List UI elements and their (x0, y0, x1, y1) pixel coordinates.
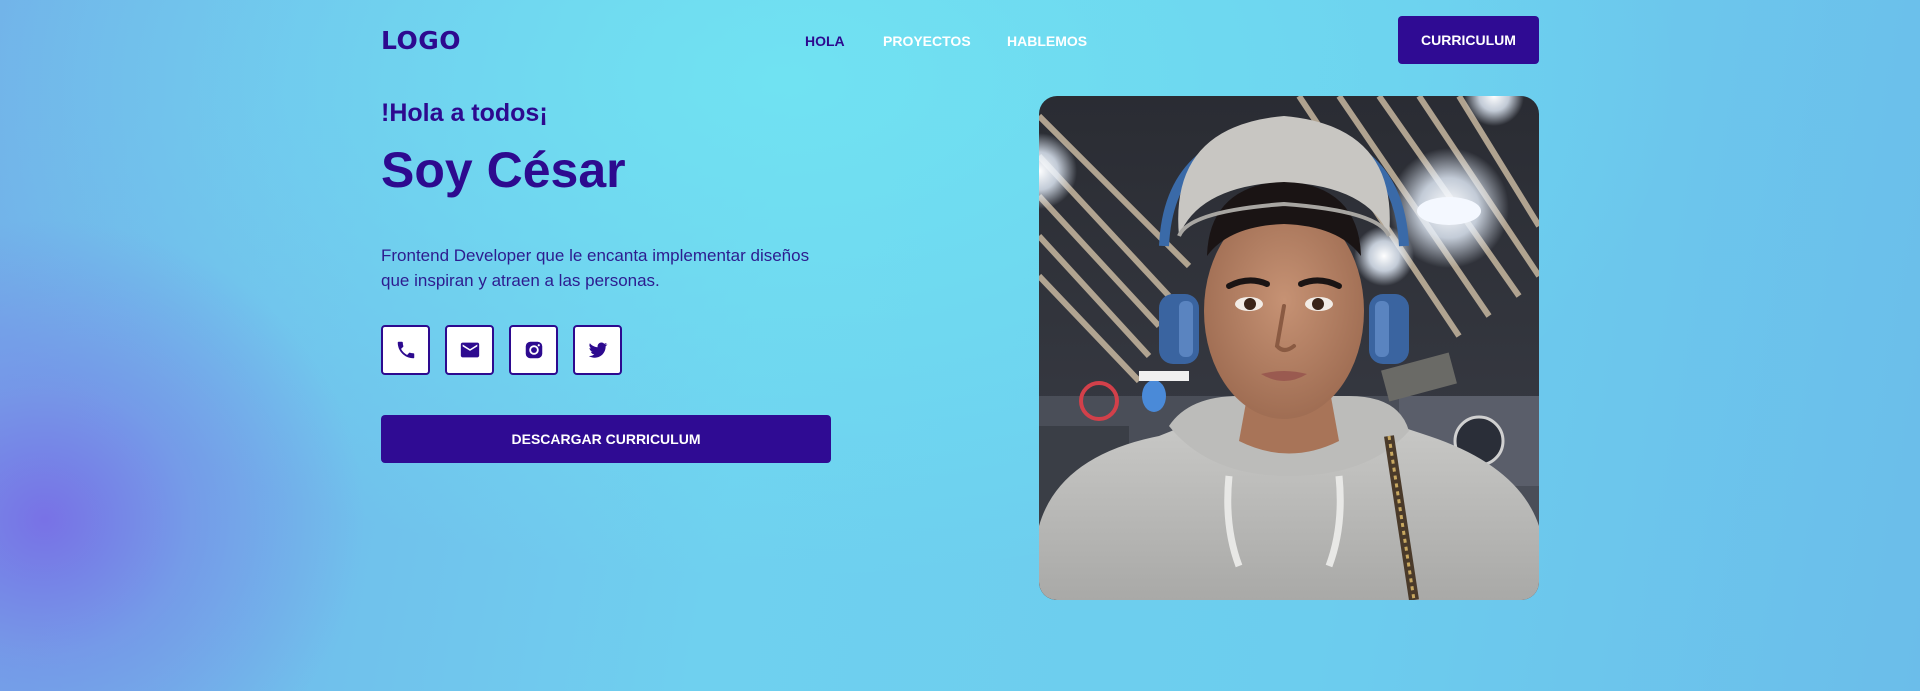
twitter-icon (588, 342, 607, 358)
curriculum-button[interactable]: CURRICULUM (1398, 16, 1539, 64)
page-title: Soy César (381, 142, 626, 198)
mail-link[interactable] (445, 325, 494, 375)
instagram-icon (525, 341, 542, 359)
description: Frontend Developer que le encanta implem… (381, 246, 810, 290)
instagram-link[interactable] (509, 325, 558, 375)
nav-item-hablemos[interactable]: HABLEMOS (1007, 33, 1087, 49)
nav-item-proyectos[interactable]: PROYECTOS (883, 33, 971, 49)
download-curriculum-button[interactable]: DESCARGAR CURRICULUM (381, 415, 831, 463)
nav-item-hola[interactable]: HOLA (805, 33, 845, 49)
phone-link[interactable] (381, 325, 430, 375)
social-links (381, 325, 622, 375)
profile-photo (1039, 96, 1539, 600)
phone-icon (397, 341, 414, 359)
profile-photo-illustration (1039, 96, 1539, 600)
mail-icon (460, 342, 479, 358)
greeting: !Hola a todos¡ (381, 99, 548, 127)
logo[interactable]: LOGO (381, 26, 461, 55)
twitter-link[interactable] (573, 325, 622, 375)
